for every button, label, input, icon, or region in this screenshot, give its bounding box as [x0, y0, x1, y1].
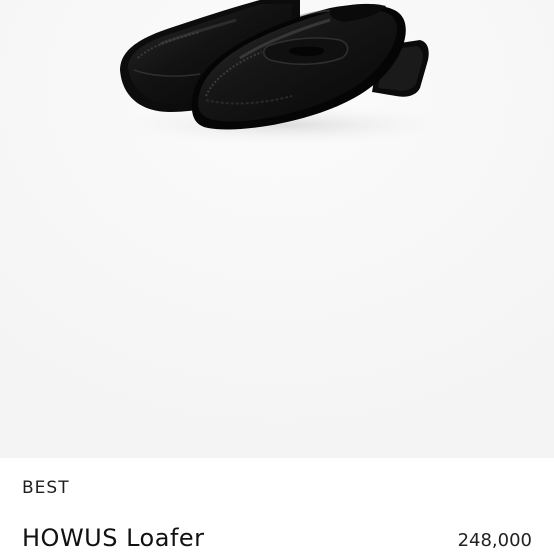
best-badge: BEST — [22, 478, 70, 498]
product-price: 248,000 — [457, 530, 532, 551]
loafer-photo — [0, 0, 554, 458]
product-image[interactable] — [0, 0, 554, 458]
product-name[interactable]: HOWUS Loafer — [22, 524, 205, 552]
product-info: BEST HOWUS Loafer 248,000 — [0, 458, 554, 554]
product-card[interactable]: BEST HOWUS Loafer 248,000 — [0, 0, 554, 554]
